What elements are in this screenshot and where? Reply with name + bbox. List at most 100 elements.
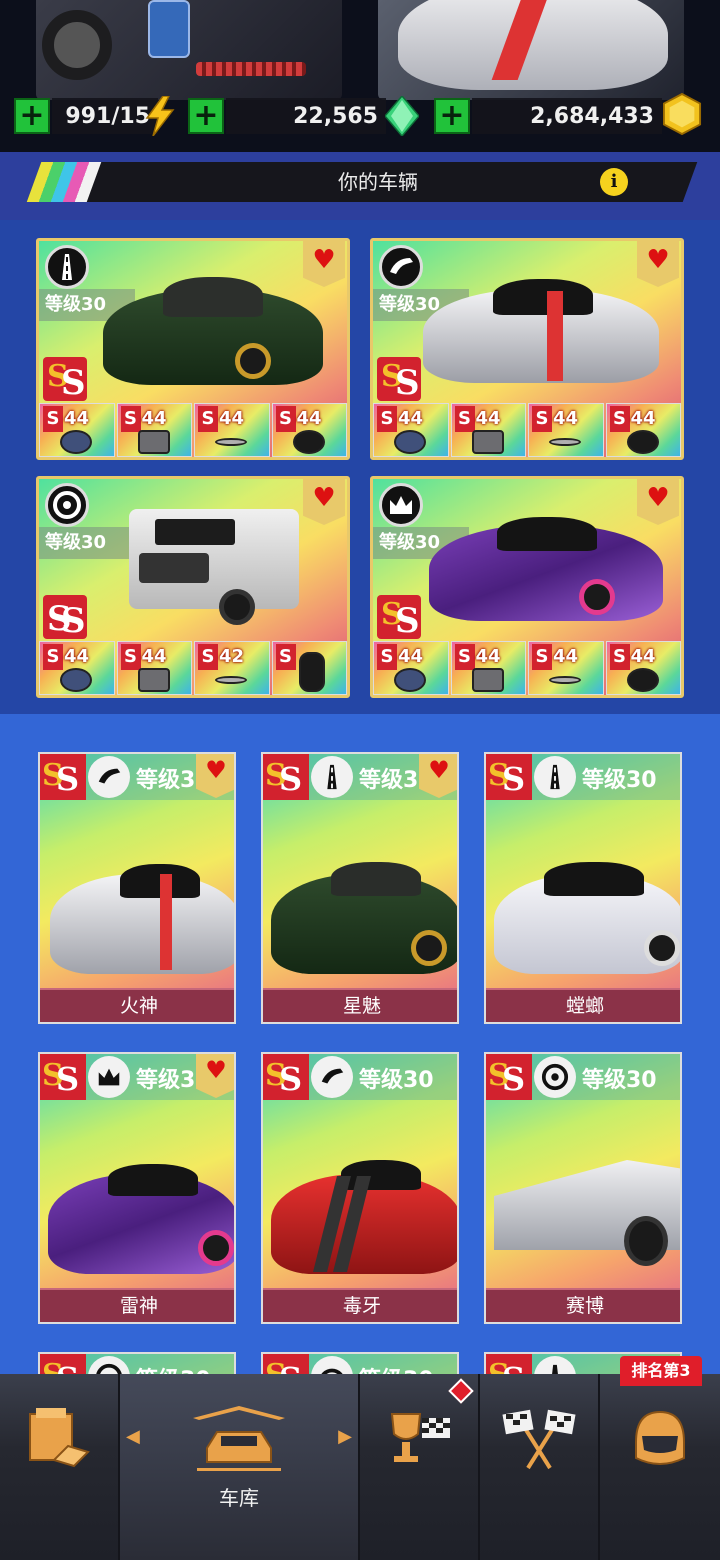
crown-icon <box>379 483 423 527</box>
garage-label: 车库 <box>219 1486 259 1510</box>
part-slot-suspension[interactable]: S 44 <box>528 641 604 695</box>
part-slot-engine[interactable]: S 44 <box>116 403 192 457</box>
car-card[interactable]: S S 等级30 <box>38 1352 236 1374</box>
car-card[interactable]: S S 等级3 ♥ 雷神 <box>38 1052 236 1324</box>
car-promo-panel[interactable] <box>378 0 684 100</box>
token-gem-icon <box>382 96 422 136</box>
part-slot-tires[interactable]: S 44 <box>605 403 681 457</box>
car-level: 等级3 <box>136 1068 196 1093</box>
rank-ss-icon: S S <box>43 595 87 641</box>
car-card[interactable]: S S 等级3 ♥ 火神 <box>38 752 236 1024</box>
rank-ss-icon: S S <box>486 1354 532 1374</box>
chevron-right-icon[interactable]: ▶ <box>338 1426 352 1447</box>
credits-coin-icon <box>662 92 702 136</box>
trophy-flag-icon <box>382 1404 456 1474</box>
car-image <box>48 1150 234 1280</box>
car-level: 等级30 <box>136 1362 211 1374</box>
part-slot-nitro[interactable]: S 44 <box>373 641 449 695</box>
favorite-car-card[interactable]: 等级30 ♥ S S S 44 S 44 S 44 S 44 <box>36 238 350 460</box>
currency-bar: + 991/15 + 22,565 + 2,684,433 <box>0 92 720 140</box>
horse-icon <box>311 1056 353 1098</box>
favorite-cars-panel: 等级30 ♥ S S S 44 S 44 S 44 S 44 等级30 ♥ S … <box>0 220 720 714</box>
part-slot-suspension[interactable]: S 44 <box>194 403 270 457</box>
tokens-counter: 22,565 <box>226 98 386 134</box>
heart-icon[interactable]: ♥ <box>196 1054 234 1098</box>
add-tokens-button[interactable]: + <box>188 98 224 134</box>
credits-counter: 2,684,433 <box>472 98 662 134</box>
upgrade-parts-row: S 44 S 44 S 44 S 44 <box>373 641 681 695</box>
tokens-value: 22,565 <box>293 103 378 129</box>
road-icon <box>311 756 353 798</box>
rank-ss-icon: S S <box>486 1054 532 1100</box>
part-slot-suspension[interactable]: S 44 <box>528 403 604 457</box>
rank-ss-icon: S S <box>43 357 87 403</box>
shop-icon <box>22 1404 96 1474</box>
rank-ss-icon: S S <box>263 754 309 800</box>
rank-ss-icon: S S <box>40 754 86 800</box>
garage-car-icon <box>184 1404 294 1474</box>
car-level: 等级30 <box>582 1068 657 1093</box>
car-image <box>271 1150 457 1280</box>
upgrade-parts-row: S 44 S 44 S 44 S 44 <box>39 403 347 457</box>
top-banner: + 991/15 + 22,565 + 2,684,433 <box>0 0 720 152</box>
add-credits-button[interactable]: + <box>434 98 470 134</box>
car-name: 螳螂 <box>486 988 680 1022</box>
horse-icon <box>88 756 130 798</box>
part-slot-suspension[interactable]: S 42 <box>194 641 270 695</box>
road-icon <box>45 245 89 289</box>
rank-ss-icon: S S <box>40 1054 86 1100</box>
car-card[interactable]: S S 等级30 赛博 <box>484 1052 682 1324</box>
rank-ss-icon: S S <box>377 357 421 403</box>
part-slot-engine[interactable]: S 44 <box>116 641 192 695</box>
parts-promo-panel[interactable] <box>36 0 342 100</box>
car-name: 赛博 <box>486 1288 680 1322</box>
part-slot-engine[interactable]: S 44 <box>450 641 526 695</box>
heart-icon[interactable]: ♥ <box>419 754 457 798</box>
rank-ss-icon: S S <box>263 1354 309 1374</box>
tire-image <box>42 10 112 80</box>
nav-race[interactable] <box>480 1374 600 1560</box>
rank-ss-icon: S S <box>263 1054 309 1100</box>
car-image <box>119 489 319 629</box>
nav-shop[interactable] <box>0 1374 120 1560</box>
car-image <box>423 261 673 391</box>
part-slot-engine[interactable]: S 44 <box>450 403 526 457</box>
add-fuel-button[interactable]: + <box>14 98 50 134</box>
lightning-icon <box>140 96 180 136</box>
upgrade-parts-row: S 44 S 44 S 42 S <box>39 641 347 695</box>
crown-icon <box>88 1056 130 1098</box>
car-image <box>429 499 669 629</box>
part-slot-nitro[interactable]: S 44 <box>373 403 449 457</box>
car-level: 等级30 <box>582 768 657 793</box>
wheel-icon <box>534 1056 576 1098</box>
car-card[interactable]: S S 等级30 毒牙 <box>261 1052 459 1324</box>
part-slot-tires[interactable]: S 44 <box>605 641 681 695</box>
part-slot-nitro[interactable]: S 44 <box>39 641 115 695</box>
rank-badge: 排名第3 <box>620 1356 702 1386</box>
favorite-car-card[interactable]: 等级30 ♥ S S S 44 S 44 S 42 S <box>36 476 350 698</box>
part-slot-tires[interactable]: S <box>271 641 347 695</box>
info-icon[interactable]: i <box>600 168 628 196</box>
favorite-car-card[interactable]: 等级30 ♥ S S S 44 S 44 S 44 S 44 <box>370 476 684 698</box>
car-card[interactable]: S S 等级30 螳螂 <box>484 752 682 1024</box>
car-card[interactable]: S S 等级3 ♥ 星魅 <box>261 752 459 1024</box>
part-slot-nitro[interactable]: S 44 <box>39 403 115 457</box>
car-level: 等级30 <box>359 1362 434 1374</box>
nav-garage[interactable]: ◀ 车库 ▶ <box>120 1374 360 1560</box>
nav-profile[interactable] <box>600 1374 720 1560</box>
car-name: 星魅 <box>263 988 457 1022</box>
upgrade-parts-row: S 44 S 44 S 44 S 44 <box>373 403 681 457</box>
wheel-icon <box>45 483 89 527</box>
car-image <box>103 261 333 391</box>
car-name: 火神 <box>40 988 234 1022</box>
car-image <box>494 1120 680 1280</box>
chevron-left-icon[interactable]: ◀ <box>126 1426 140 1447</box>
heart-icon[interactable]: ♥ <box>196 754 234 798</box>
car-level: 等级30 <box>359 1068 434 1093</box>
part-slot-tires[interactable]: S 44 <box>271 403 347 457</box>
checkered-flags-icon <box>502 1404 576 1474</box>
favorite-car-card[interactable]: 等级30 ♥ S S S 44 S 44 S 44 S 44 <box>370 238 684 460</box>
car-card[interactable]: S S 等级30 <box>261 1352 459 1374</box>
car-level: 等级3 <box>359 768 419 793</box>
car-image <box>271 850 457 980</box>
